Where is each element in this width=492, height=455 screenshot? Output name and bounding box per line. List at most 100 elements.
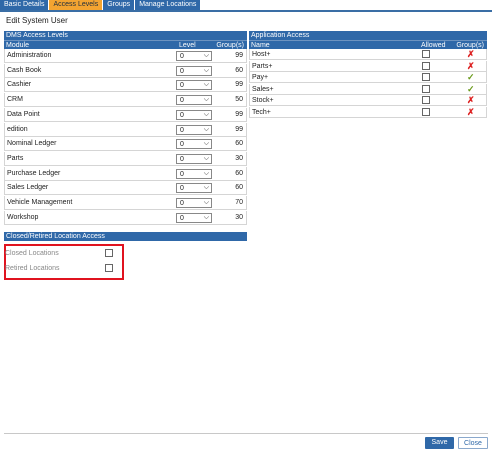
- level-value: 0: [180, 126, 184, 134]
- level-select[interactable]: 0 ⌵: [176, 168, 212, 179]
- app-row: Pay+ ✓: [249, 72, 487, 84]
- dms-module-name: CRM: [7, 96, 23, 104]
- chevron-down-icon: ⌵: [203, 169, 209, 177]
- dms-row: CRM 0 ⌵ 50: [4, 93, 247, 108]
- app-row: Sales+ ✓: [249, 83, 487, 95]
- close-button[interactable]: Close: [458, 437, 488, 449]
- dms-module-name: Vehicle Management: [7, 199, 73, 206]
- dms-column-header: Module Level Group(s): [4, 40, 247, 49]
- closed-panel-header: Closed/Retired Location Access: [4, 232, 247, 241]
- allowed-checkbox[interactable]: [422, 96, 430, 105]
- retired-locations-checkbox[interactable]: [105, 264, 113, 272]
- allowed-checkbox[interactable]: [422, 84, 430, 93]
- app-row: Parts+ ✗: [249, 60, 487, 72]
- dms-module-name: Sales Ledger: [7, 184, 49, 192]
- level-select[interactable]: 0 ⌵: [176, 139, 212, 150]
- dms-groups-value: 60: [235, 140, 243, 148]
- check-icon: ✓: [467, 83, 475, 94]
- level-select[interactable]: 0 ⌵: [176, 153, 212, 164]
- tab-basic-details[interactable]: Basic Details: [0, 0, 50, 10]
- retired-locations-label: Retired Locations: [5, 265, 60, 272]
- dms-row: Data Point 0 ⌵ 99: [4, 107, 247, 122]
- level-value: 0: [180, 97, 184, 105]
- app-name: Tech+: [252, 109, 271, 116]
- dms-row: Administration 0 ⌵ 99: [4, 49, 247, 63]
- chevron-down-icon: ⌵: [203, 52, 209, 59]
- allowed-checkbox[interactable]: [422, 73, 430, 82]
- app-row: Stock+ ✗: [249, 95, 487, 107]
- dms-groups-value: 99: [235, 110, 243, 118]
- level-value: 0: [180, 111, 184, 119]
- tab-bar: Basic Details Access Levels Groups Manag…: [0, 0, 492, 12]
- dms-groups-value: 70: [235, 199, 243, 206]
- app-name: Host+: [252, 51, 271, 58]
- app-name: Stock+: [252, 97, 274, 105]
- dms-module-name: Cash Book: [7, 66, 42, 74]
- dms-module-name: Data Point: [7, 110, 40, 118]
- level-value: 0: [180, 200, 184, 207]
- dms-module-name: Purchase Ledger: [7, 169, 61, 177]
- chevron-down-icon: ⌵: [203, 154, 209, 162]
- level-select[interactable]: 0 ⌵: [176, 109, 212, 120]
- level-select[interactable]: 0 ⌵: [176, 198, 212, 208]
- dms-row: Purchase Ledger 0 ⌵ 60: [4, 166, 247, 181]
- level-value: 0: [180, 67, 184, 75]
- level-value: 0: [180, 141, 184, 149]
- check-icon: ✓: [467, 72, 475, 83]
- level-select[interactable]: 0 ⌵: [176, 212, 212, 223]
- dms-module-name: Workshop: [7, 213, 39, 221]
- cross-icon: ✗: [467, 107, 475, 117]
- level-value: 0: [180, 155, 184, 163]
- cross-icon: ✗: [467, 60, 475, 71]
- dms-row: Sales Ledger 0 ⌵ 60: [4, 181, 247, 196]
- chevron-down-icon: ⌵: [203, 199, 209, 206]
- dms-groups-value: 30: [235, 154, 243, 162]
- level-select[interactable]: 0 ⌵: [176, 65, 212, 76]
- level-select[interactable]: 0 ⌵: [176, 95, 212, 106]
- dms-row: Nominal Ledger 0 ⌵ 60: [4, 137, 247, 152]
- chevron-down-icon: ⌵: [203, 110, 209, 118]
- chevron-down-icon: ⌵: [203, 81, 209, 89]
- tab-access-levels[interactable]: Access Levels: [49, 0, 104, 10]
- level-select[interactable]: 0 ⌵: [176, 80, 212, 91]
- level-select[interactable]: 0 ⌵: [176, 124, 212, 135]
- dms-row: edition 0 ⌵ 99: [4, 122, 247, 137]
- dms-groups-value: 60: [235, 169, 243, 177]
- level-select[interactable]: 0 ⌵: [176, 51, 212, 61]
- tab-manage-locations[interactable]: Manage Locations: [135, 0, 202, 10]
- allowed-checkbox[interactable]: [422, 108, 430, 116]
- dms-row: Cash Book 0 ⌵ 60: [4, 63, 247, 78]
- closed-locations-checkbox[interactable]: [105, 249, 113, 257]
- dms-module-name: edition: [7, 125, 28, 133]
- app-name: Parts+: [252, 62, 273, 70]
- dms-module-name: Cashier: [7, 81, 32, 89]
- page-title: Edit System User: [6, 16, 68, 25]
- app-row: Tech+ ✗: [249, 107, 487, 118]
- chevron-down-icon: ⌵: [203, 125, 209, 133]
- app-row: Host+ ✗: [249, 49, 487, 60]
- dms-groups-value: 99: [235, 125, 243, 133]
- allowed-checkbox[interactable]: [422, 50, 430, 58]
- chevron-down-icon: ⌵: [203, 213, 209, 221]
- level-value: 0: [180, 53, 184, 60]
- dms-panel-header: DMS Access Levels: [4, 31, 247, 40]
- app-name: Pay+: [252, 74, 269, 82]
- dms-groups-value: 99: [235, 52, 243, 59]
- chevron-down-icon: ⌵: [203, 184, 209, 192]
- dms-groups-value: 30: [235, 213, 243, 221]
- chevron-down-icon: ⌵: [203, 140, 209, 148]
- dms-groups-value: 50: [235, 96, 243, 104]
- dms-groups-value: 99: [235, 81, 243, 89]
- dms-groups-value: 60: [235, 184, 243, 192]
- dms-row: Parts 0 ⌵ 30: [4, 151, 247, 166]
- dms-module-name: Nominal Ledger: [7, 140, 57, 148]
- level-value: 0: [180, 214, 184, 222]
- save-button[interactable]: Save: [425, 437, 454, 449]
- dms-row: Vehicle Management 0 ⌵ 70: [4, 196, 247, 210]
- level-value: 0: [180, 82, 184, 90]
- dms-module-name: Administration: [7, 52, 52, 59]
- level-select[interactable]: 0 ⌵: [176, 183, 212, 194]
- allowed-checkbox[interactable]: [422, 61, 430, 70]
- tab-groups[interactable]: Groups: [103, 0, 136, 10]
- chevron-down-icon: ⌵: [203, 96, 209, 104]
